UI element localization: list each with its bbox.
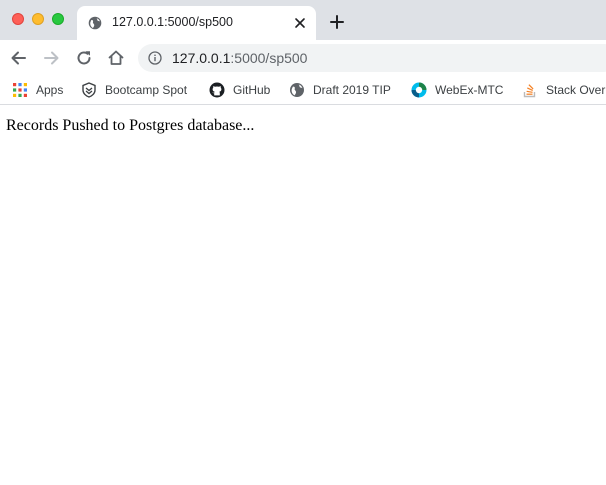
home-icon[interactable] bbox=[106, 48, 126, 68]
tab-title: 127.0.0.1:5000/sp500 bbox=[112, 15, 233, 29]
tab-strip: 127.0.0.1:5000/sp500 bbox=[0, 0, 606, 40]
window-minimize-button[interactable] bbox=[32, 13, 44, 25]
bookmark-label: Draft 2019 TIP bbox=[313, 83, 391, 97]
bootcamp-shield-icon bbox=[82, 82, 96, 98]
globe-icon bbox=[290, 83, 304, 97]
bookmark-label: Bootcamp Spot bbox=[105, 83, 188, 97]
bookmark-label: GitHub bbox=[233, 83, 271, 97]
page-message: Records Pushed to Postgres database... bbox=[6, 117, 255, 134]
bookmark-stack-overflow[interactable]: Stack Over bbox=[522, 82, 605, 98]
browser-toolbar: 127.0.0.1:5000/sp500 bbox=[0, 40, 606, 76]
bookmark-webex-mtc[interactable]: WebEx-MTC bbox=[411, 82, 503, 98]
new-tab-plus-icon[interactable] bbox=[328, 13, 346, 31]
webex-icon bbox=[411, 82, 427, 98]
back-arrow-icon[interactable] bbox=[9, 48, 29, 68]
bookmark-apps[interactable]: Apps bbox=[12, 82, 63, 98]
github-icon bbox=[209, 82, 225, 98]
address-bar[interactable]: 127.0.0.1:5000/sp500 bbox=[138, 44, 606, 72]
url-host: 127.0.0.1 bbox=[172, 50, 231, 66]
stackoverflow-icon bbox=[523, 84, 536, 98]
bookmark-label: Apps bbox=[36, 83, 64, 97]
bookmark-bootcamp-spot[interactable]: Bootcamp Spot bbox=[81, 82, 187, 98]
apps-grid-icon bbox=[13, 83, 27, 97]
bookmark-label: WebEx-MTC bbox=[435, 83, 504, 97]
bookmarks-bar: Apps Bootcamp Spot GitHub Draft 2019 TIP… bbox=[0, 76, 606, 105]
globe-icon bbox=[88, 16, 102, 30]
site-info-icon[interactable] bbox=[148, 51, 162, 65]
bookmark-label: Stack Over bbox=[546, 83, 606, 97]
browser-tab[interactable]: 127.0.0.1:5000/sp500 bbox=[77, 6, 316, 40]
window-close-button[interactable] bbox=[12, 13, 24, 25]
reload-icon[interactable] bbox=[74, 48, 94, 68]
window-maximize-button[interactable] bbox=[52, 13, 64, 25]
close-icon[interactable] bbox=[292, 15, 308, 31]
url-path: :5000/sp500 bbox=[230, 50, 308, 66]
forward-arrow-icon[interactable] bbox=[41, 48, 61, 68]
bookmark-draft-2019-tip[interactable]: Draft 2019 TIP bbox=[289, 82, 391, 98]
bookmark-github[interactable]: GitHub bbox=[209, 82, 270, 98]
url-text: 127.0.0.1:5000/sp500 bbox=[172, 50, 307, 66]
